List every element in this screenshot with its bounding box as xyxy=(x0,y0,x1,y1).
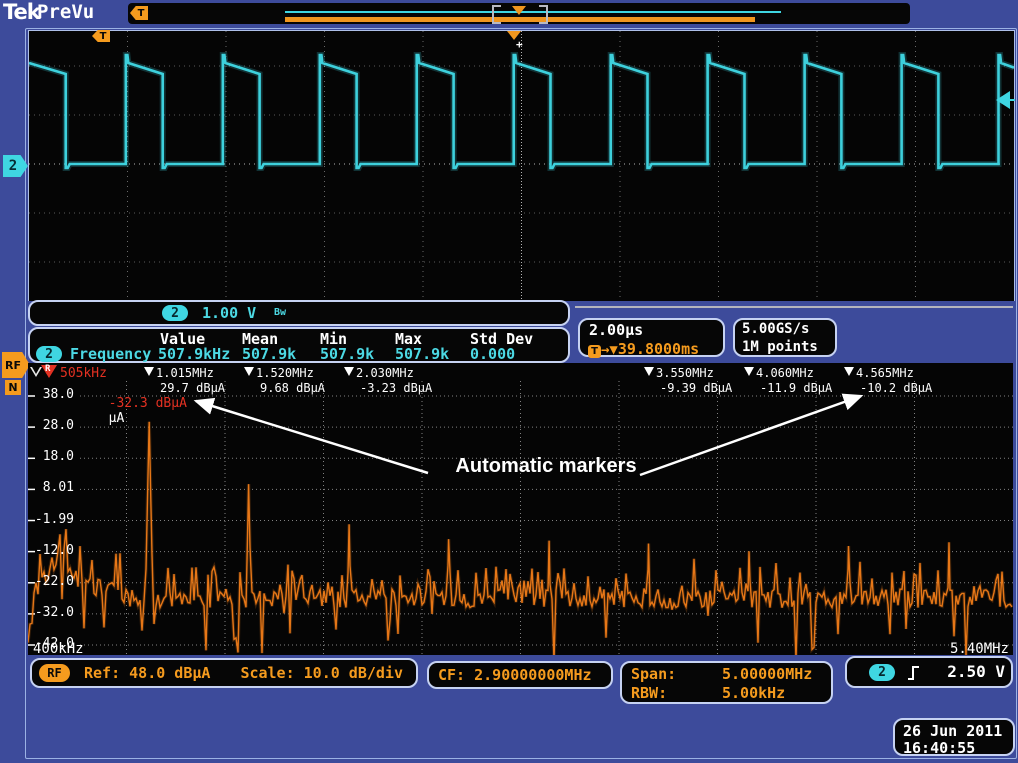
y-axis-tick-label: -12.0 xyxy=(30,543,74,558)
span-rbw-box[interactable]: Span: 5.00000MHz RBW: 5.00kHz xyxy=(620,661,833,704)
channel2-waveform-trace xyxy=(29,31,1014,301)
spectrum-display: 38.028.018.08.01-1.99-12.0-22.0-32.0-42.… xyxy=(28,363,1013,655)
rbw-readout: 5.00kHz xyxy=(722,684,785,702)
marker-frequency-label: 3.550MHz xyxy=(656,366,714,380)
span-readout: 5.00000MHz xyxy=(722,665,812,683)
marker-amplitude-label: -10.2 dBµA xyxy=(860,381,932,395)
marker-triangle-icon xyxy=(244,367,254,376)
meas-max: 507.9k xyxy=(395,345,449,363)
time-label: 16:40:55 xyxy=(903,739,975,757)
datetime-box: 26 Jun 2011 16:40:55 xyxy=(893,718,1015,756)
marker-outline-inner xyxy=(32,367,40,374)
trigger-level-arrow-icon[interactable] xyxy=(996,91,1010,109)
zoom-window-bracket-left[interactable] xyxy=(492,5,501,24)
volts-per-div-readout: 1.00 V xyxy=(202,304,256,322)
marker-amplitude-label: 9.68 dBµA xyxy=(260,381,325,395)
trigger-t-icon: T xyxy=(588,345,601,358)
tek-logo: Tek xyxy=(3,0,40,24)
marker-amplitude-label: -3.23 dBµA xyxy=(360,381,432,395)
start-frequency-label: 400kHz xyxy=(33,641,84,657)
reference-marker: R 505kHz -32.3 dBµA µA xyxy=(30,365,200,399)
trigger-source-badge[interactable]: 2 xyxy=(869,664,895,681)
marker-frequency-label: 1.520MHz xyxy=(256,366,314,380)
meas-name: Frequency xyxy=(70,345,151,363)
trigger-delay-readout: 39.8000ms xyxy=(618,340,699,358)
bandwidth-limit-badge: Bw xyxy=(274,307,286,318)
center-frequency-readout: CF: 2.90000000MHz xyxy=(438,666,592,684)
y-axis-tick-label: -22.0 xyxy=(30,574,74,589)
marker-frequency-label: 4.565MHz xyxy=(856,366,914,380)
rising-edge-icon xyxy=(907,663,921,683)
sample-rate-box[interactable]: 5.00GS/s 1M points xyxy=(733,318,837,357)
stop-frequency-label: 5.40MHz xyxy=(933,641,1009,657)
separator-line xyxy=(575,306,1013,308)
rf-ref-level-readout: Ref: 48.0 dBµA xyxy=(84,664,210,682)
marker-amplitude-label: -11.9 dBµA xyxy=(760,381,832,395)
sample-rate-readout: 5.00GS/s xyxy=(742,321,809,337)
rf-normal-trace-tag[interactable]: N xyxy=(5,380,21,395)
meas-channel-badge[interactable]: 2 xyxy=(36,346,62,362)
marker-amplitude-label: -9.39 dBµA xyxy=(660,381,732,395)
acquisition-overview-bar[interactable]: T xyxy=(128,3,910,24)
acquisition-mode-label: PreVu xyxy=(37,1,94,23)
amplitude-unit-label: µA xyxy=(109,411,125,426)
oscilloscope-screen: Tek PreVu T T + 2 2 1.00 V Bw Value Mean… xyxy=(0,0,1018,763)
marker-frequency-label: 2.030MHz xyxy=(356,366,414,380)
meas-value: 507.9kHz xyxy=(158,345,230,363)
annotation-arrow-right xyxy=(640,396,861,475)
delay-arrows-icon: →▼ xyxy=(601,342,618,358)
rf-reference-scale-box[interactable]: RF Ref: 48.0 dBµA Scale: 10.0 dB/div xyxy=(30,658,418,688)
marker-triangle-icon xyxy=(644,367,654,376)
waveform-display: T + xyxy=(28,30,1015,301)
automatic-markers-annotation: Automatic markers xyxy=(426,455,666,478)
y-axis-tick-label: -32.0 xyxy=(30,605,74,620)
marker-triangle-icon xyxy=(344,367,354,376)
marker-triangle-icon xyxy=(844,367,854,376)
y-axis-tick-label: 18.0 xyxy=(30,449,74,464)
time-per-div-readout: 2.00µs xyxy=(589,321,643,339)
trigger-t-icon: T xyxy=(130,6,148,20)
trigger-position-icon xyxy=(512,6,526,15)
meas-mean: 507.9k xyxy=(242,345,296,363)
reference-marker-amplitude: -32.3 dBµA xyxy=(109,396,187,411)
rf-scale-readout: Scale: 10.0 dB/div xyxy=(240,664,403,682)
rbw-label: RBW: xyxy=(631,684,667,702)
trigger-readout-box[interactable]: 2 2.50 V xyxy=(845,656,1013,688)
center-cross-icon: + xyxy=(516,38,523,51)
reference-marker-flag: R xyxy=(45,364,50,374)
reference-marker-freq: 505kHz xyxy=(60,366,107,381)
marker-frequency-label: 4.060MHz xyxy=(756,366,814,380)
y-axis-tick-label: 8.01 xyxy=(30,480,74,495)
date-label: 26 Jun 2011 xyxy=(903,722,1002,740)
zoom-window-bracket-right[interactable] xyxy=(539,5,548,24)
annotation-arrow-left xyxy=(196,401,428,473)
span-label: Span: xyxy=(631,665,676,683)
record-length-readout: 1M points xyxy=(742,339,818,355)
trigger-level-readout: 2.50 V xyxy=(935,662,1005,681)
y-axis-tick-label: -1.99 xyxy=(30,512,74,527)
channel2-scale-bar[interactable]: 2 1.00 V Bw xyxy=(28,300,570,326)
trigger-level-arrow-tail xyxy=(1009,99,1015,101)
rf-badge[interactable]: RF xyxy=(39,664,70,682)
measurement-table: Value Mean Min Max Std Dev 2 Frequency 5… xyxy=(28,327,570,363)
waveform-overview-line xyxy=(285,11,781,13)
horizontal-scale-box[interactable]: 2.00µs T→▼39.8000ms xyxy=(578,318,725,357)
meas-stddev: 0.000 xyxy=(470,345,515,363)
meas-min: 507.9k xyxy=(320,345,374,363)
marker-triangle-icon xyxy=(744,367,754,376)
channel-2-badge[interactable]: 2 xyxy=(162,305,188,321)
rf-acquisition-bar xyxy=(285,17,755,22)
center-frequency-box[interactable]: CF: 2.90000000MHz xyxy=(427,661,613,689)
